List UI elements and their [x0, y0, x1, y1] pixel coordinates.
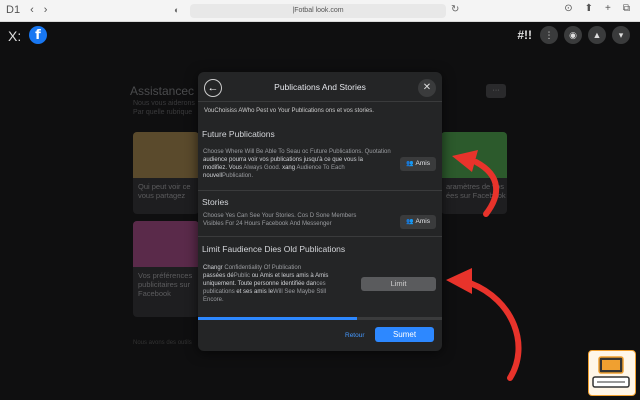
background-heading: Assistancec [130, 84, 195, 98]
shield-icon[interactable]: ◐ [174, 5, 184, 16]
friends-icon: 👥 [406, 161, 414, 167]
site-logo-icon [588, 350, 636, 396]
account-chevron-down-icon[interactable]: ▾ [612, 26, 630, 44]
back-link[interactable]: Retour [345, 332, 365, 339]
screen: D1 ‹ › ◐ |Fotbal look.com ↻ ⊙ ⬆ + ⧉ X: f… [0, 0, 640, 400]
card-illustration [133, 132, 199, 178]
new-tab-icon[interactable]: + [605, 3, 611, 14]
card-text: aramètres de vos ées sur Facebook [446, 182, 506, 200]
tabs-overview-icon[interactable]: ⧉ [623, 3, 630, 14]
limit-button[interactable]: Limit [361, 277, 436, 291]
forward-arrow-icon[interactable]: › [44, 4, 48, 16]
notifications-bell-icon[interactable]: ▲ [588, 26, 606, 44]
dialog-title: Publications And Stories [274, 82, 366, 92]
card-text: Qui peut voir ce vous partagez [138, 182, 191, 200]
messenger-icon[interactable]: ◉ [564, 26, 582, 44]
stories-description: Choose Yes Can See Your Stories. Cos D S… [203, 213, 357, 227]
close-icon[interactable]: X: [8, 28, 21, 44]
menu-icon[interactable]: ⋮ [540, 26, 558, 44]
background-card-data-settings[interactable]: aramètres de vos ées sur Facebook [441, 132, 507, 214]
close-button[interactable]: ✕ [418, 79, 436, 97]
limit-old-publications-description: Changr Confidentiality Of Publication pa… [203, 265, 329, 303]
reload-icon[interactable]: ↻ [451, 4, 459, 15]
back-arrow-icon[interactable]: ‹ [30, 4, 34, 16]
address-bar[interactable]: |Fotbal look.com [190, 4, 446, 18]
browser-toolbar: D1 ‹ › ◐ |Fotbal look.com ↻ ⊙ ⬆ + ⧉ [0, 0, 640, 22]
grid-menu-icon[interactable]: #!! [517, 26, 532, 44]
share-icon[interactable]: ⬆ [585, 3, 593, 14]
future-publications-description: Choose Where Will Be Able To Seau oc Fut… [203, 149, 391, 179]
sidebar-toggle-icon[interactable]: D1 [6, 4, 20, 16]
submit-button[interactable]: Sumet [375, 327, 434, 342]
friends-icon: 👥 [406, 219, 414, 225]
more-options-button[interactable]: ··· [486, 84, 506, 98]
facebook-top-actions: #!! ⋮ ◉ ▲ ▾ [517, 26, 630, 44]
divider [198, 236, 442, 237]
card-illustration [133, 221, 199, 267]
stories-audience-button[interactable]: 👥 Amis [400, 215, 436, 229]
publications-stories-dialog: ← Publications And Stories ✕ VouChoisiss… [198, 72, 442, 351]
download-icon[interactable]: ⊙ [564, 3, 572, 14]
browser-actions: ⊙ ⬆ + ⧉ [564, 3, 630, 14]
card-text: Vos préférences publicitaires sur Facebo… [138, 271, 193, 298]
limit-old-publications-title: Limit Faudience Dies Old Publications [202, 244, 346, 254]
background-footer-text: Nous avons des outils [133, 340, 192, 346]
divider [198, 190, 442, 191]
browser-nav: D1 ‹ › [6, 4, 47, 16]
facebook-logo-icon[interactable]: f [29, 26, 47, 44]
future-publications-title: Future Publications [202, 129, 275, 139]
divider [198, 101, 442, 102]
progress-fill [198, 317, 357, 320]
background-card-who-can-see[interactable]: Qui peut voir ce vous partagez [133, 132, 199, 214]
background-card-ad-preferences[interactable]: Vos préférences publicitaires sur Facebo… [133, 221, 199, 317]
dialog-intro: VouChoisiss AWho Pest vo Your Publicatio… [204, 108, 374, 114]
future-publications-audience-button[interactable]: 👥 Amis [400, 157, 436, 171]
stories-title: Stories [202, 197, 229, 207]
card-illustration [441, 132, 507, 178]
progress-bar [198, 317, 442, 320]
